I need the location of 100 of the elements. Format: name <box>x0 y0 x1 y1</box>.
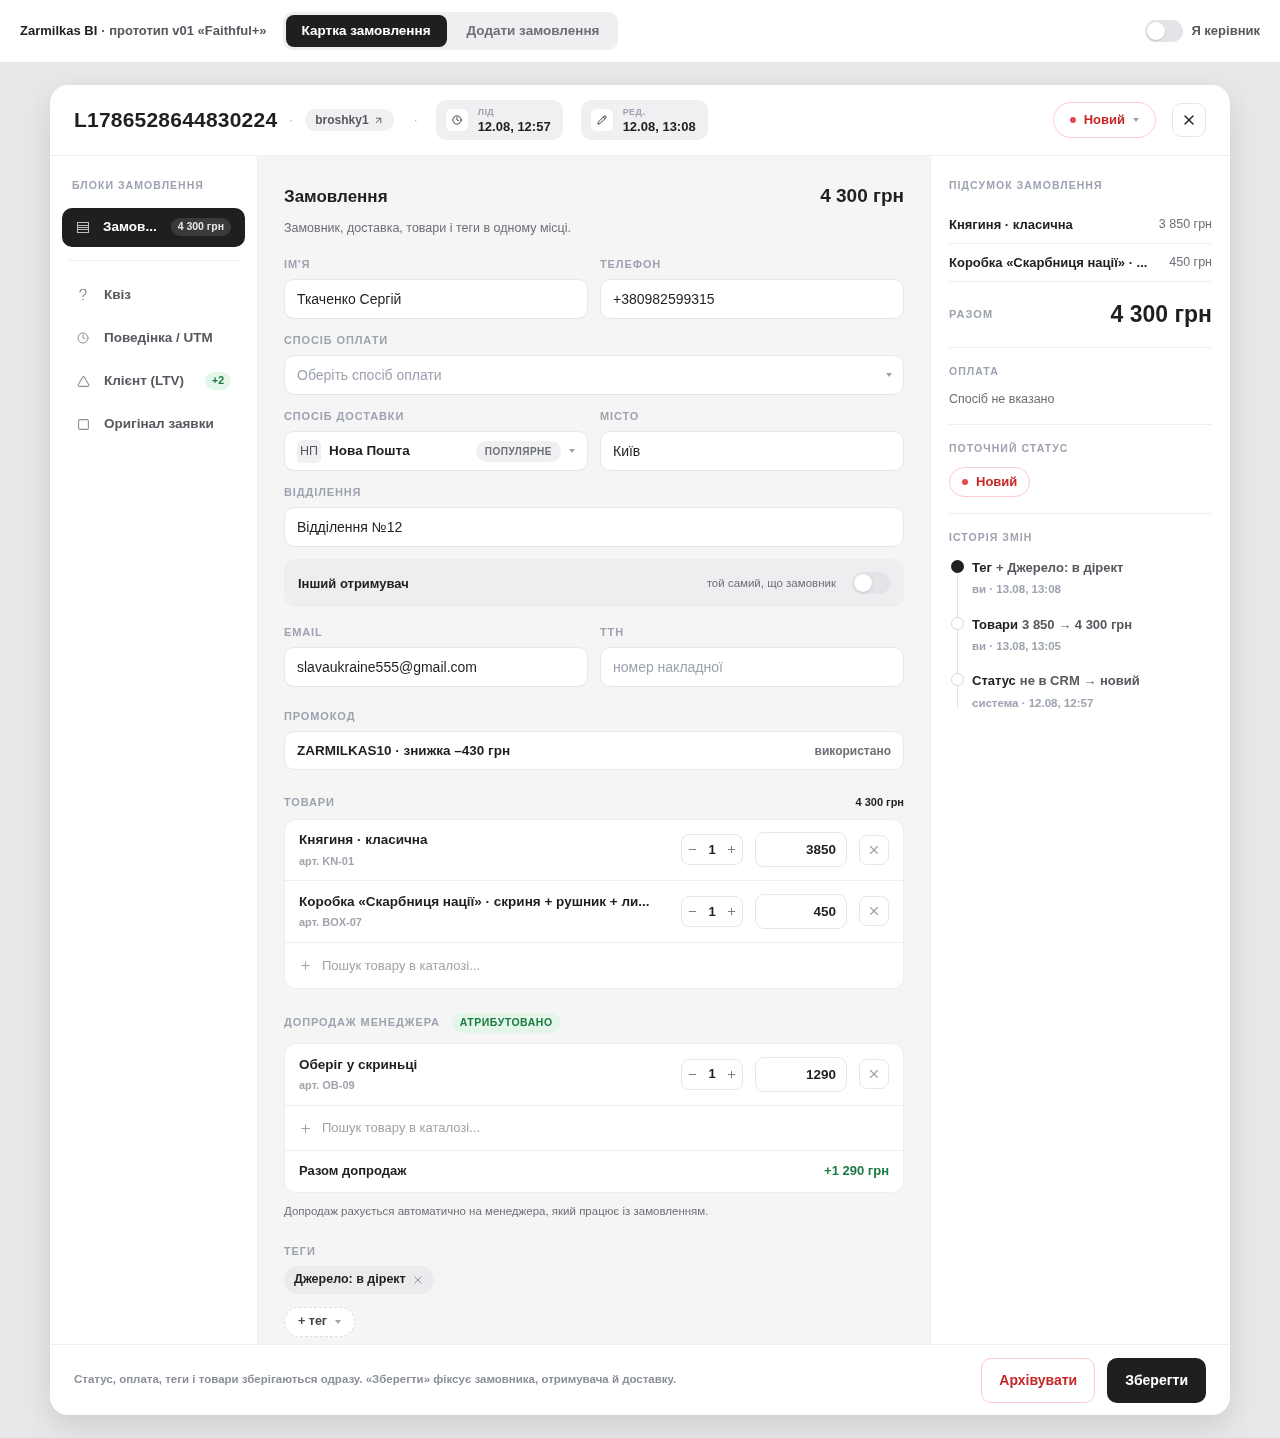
upsell-total: +1 290 грн <box>824 1162 889 1181</box>
field-label: ПРОМОКОД <box>284 709 357 724</box>
status-button[interactable]: Новий <box>949 467 1031 497</box>
list-icon <box>76 221 89 233</box>
tab[interactable]: Картка замовлення <box>285 15 447 47</box>
section-title: Замовлення <box>284 185 388 208</box>
tag-chip[interactable]: Джерело: в дірект <box>284 1265 434 1294</box>
delivery-select[interactable]: НП Нова Пошта ПОПУЛЯРНЕ <box>284 431 588 472</box>
field-label: ТТН <box>600 625 626 640</box>
clock-icon <box>451 115 462 125</box>
recipient-label: Інший отримувач <box>298 574 409 593</box>
tab[interactable]: Додати замовлення <box>450 15 616 47</box>
date-value: 12.08, 13:08 <box>622 119 696 133</box>
plus-icon[interactable] <box>726 1068 737 1080</box>
history-title: Статус <box>972 672 1016 691</box>
history-title: Товари <box>972 615 1019 634</box>
quantity-stepper[interactable]: 1 <box>681 834 743 866</box>
separator-dot: · <box>413 112 418 129</box>
product-name: Коробка «Скарбниця нації» · скриня + рушник + ли... <box>299 892 651 911</box>
product-name: Оберіг у скриньці <box>299 1055 419 1074</box>
date-label: ЛІД <box>477 107 496 117</box>
field-label: ДОПРОДАЖ МЕНЕДЖЕРА <box>284 1015 440 1031</box>
summary-item-name: Княгиня · класична <box>949 215 1073 234</box>
sidebar-item[interactable]: Поведінка / UTM <box>62 316 245 360</box>
payment-select[interactable]: Оберіть спосіб оплати <box>284 355 904 396</box>
sidebar-item[interactable]: Квіз <box>62 273 245 317</box>
email-field[interactable]: slavaukraine555@gmail.com <box>284 647 588 688</box>
phone-field[interactable]: +380982599315 <box>600 279 904 320</box>
archive-button[interactable]: Архівувати <box>981 1357 1096 1403</box>
square-icon <box>76 417 90 431</box>
promo-code-field[interactable]: ZARMILKAS10 · знижка –430 грн використано <box>284 731 904 771</box>
save-button[interactable]: Зберегти <box>1107 1357 1206 1403</box>
sidebar-item[interactable]: Оригінал заявки <box>62 402 245 446</box>
question-icon <box>79 289 87 302</box>
history-meta: ви · 13.08, 13:05 <box>972 639 1062 654</box>
quantity-stepper[interactable]: 1 <box>681 1058 743 1090</box>
payment-label: ОПЛАТА <box>949 363 1000 379</box>
recipient-hint: той самий, що замовник <box>706 575 836 591</box>
remove-button[interactable] <box>859 896 889 927</box>
date-label: РЕД. <box>622 107 647 117</box>
history-detail: 3 850 → 4 300 грн <box>1022 615 1133 634</box>
order-total: 4 300 грн <box>820 184 904 208</box>
add-tag-button[interactable]: + тег <box>284 1306 356 1337</box>
history-detail: + Джерело: в дірект <box>995 558 1124 577</box>
separator-dot: · <box>289 112 294 129</box>
waybill-field[interactable]: номер накладної <box>600 647 904 688</box>
history-label: ІСТОРІЯ ЗМІН <box>949 530 1034 545</box>
popular-tag: ПОПУЛЯРНЕ <box>475 440 561 462</box>
history-meta: ви · 13.08, 13:08 <box>972 582 1062 598</box>
brand-name: Zarmilkas BI <box>20 22 98 41</box>
toggle-switch[interactable] <box>1145 20 1184 42</box>
quantity-stepper[interactable]: 1 <box>681 895 743 927</box>
plus-icon[interactable] <box>726 844 737 856</box>
summary-item-price: 450 грн <box>1169 253 1212 271</box>
products-total: 4 300 грн <box>855 795 904 811</box>
attributed-badge: АТРИБУТОВАНО <box>451 1012 561 1033</box>
summary-item-price: 3 850 грн <box>1158 215 1212 233</box>
field-label: ВІДДІЛЕННЯ <box>284 485 363 500</box>
product-sku: арт. KN-01 <box>299 853 355 869</box>
field-label: МІСТО <box>600 409 641 424</box>
status-button[interactable]: Новий <box>1052 102 1156 138</box>
toggle-switch[interactable] <box>852 572 890 595</box>
prototype-label: · прототип v01 «Faithful+» <box>101 22 267 41</box>
product-name: Княгиня · класична <box>299 831 429 850</box>
field-label: ТЕЛЕФОН <box>600 257 663 272</box>
plus-icon[interactable] <box>726 905 737 917</box>
remove-button[interactable] <box>859 834 889 865</box>
footer-note: Статус, оплата, теги і товари зберігаються одразу. «Зберегти» фіксує замовника, отримувача й доставку. <box>74 1372 677 1388</box>
caret-icon <box>569 449 575 454</box>
promo-status: використано <box>814 742 891 760</box>
field-label: ТЕГИ <box>284 1243 317 1258</box>
summary-title: ПІДСУМОК ЗАМОВЛЕННЯ <box>949 178 1104 193</box>
sidebar-item[interactable]: Клієнт (LTV) +2 <box>62 359 245 403</box>
clock-icon <box>77 332 89 345</box>
triangle-icon <box>76 374 90 388</box>
field-label: СПОСІБ ДОСТАВКИ <box>284 409 406 424</box>
field-label: ТОВАРИ <box>284 795 335 811</box>
plus-icon <box>299 1121 312 1135</box>
toggle-label: Я керівник <box>1191 22 1260 41</box>
upsell-total-label: Разом допродаж <box>299 1162 407 1181</box>
product-sku: арт. BOX-07 <box>299 915 363 931</box>
name-field[interactable]: Ткаченко Сергій <box>284 279 588 320</box>
source-chip[interactable]: broshky1 <box>305 109 394 131</box>
price-field[interactable]: 3850 <box>755 832 847 868</box>
field-label: ІМ'Я <box>284 257 312 272</box>
payment-value: Спосіб не вказано <box>949 390 1056 408</box>
summary-total: 4 300 грн <box>1110 300 1212 329</box>
sidebar-item[interactable]: Замов... 4 300 грн <box>62 207 245 247</box>
remove-button[interactable] <box>859 1059 889 1089</box>
history-detail: не в CRM → новий <box>1019 672 1140 691</box>
caret-icon <box>335 1319 342 1324</box>
status-label: ПОТОЧНИЙ СТАТУС <box>949 441 1070 457</box>
price-field[interactable]: 450 <box>755 893 847 929</box>
order-id: L1786528644830224 <box>74 107 278 134</box>
city-field[interactable]: Київ <box>600 431 904 472</box>
price-field[interactable]: 1290 <box>755 1056 847 1092</box>
branch-field[interactable]: Відділення №12 <box>284 507 904 548</box>
sidebar-title: БЛОКИ ЗАМОВЛЕННЯ <box>71 178 205 193</box>
section-subtitle: Замовник, доставка, товари і теги в одному місці. <box>284 219 572 237</box>
total-label: РАЗОМ <box>949 307 994 322</box>
